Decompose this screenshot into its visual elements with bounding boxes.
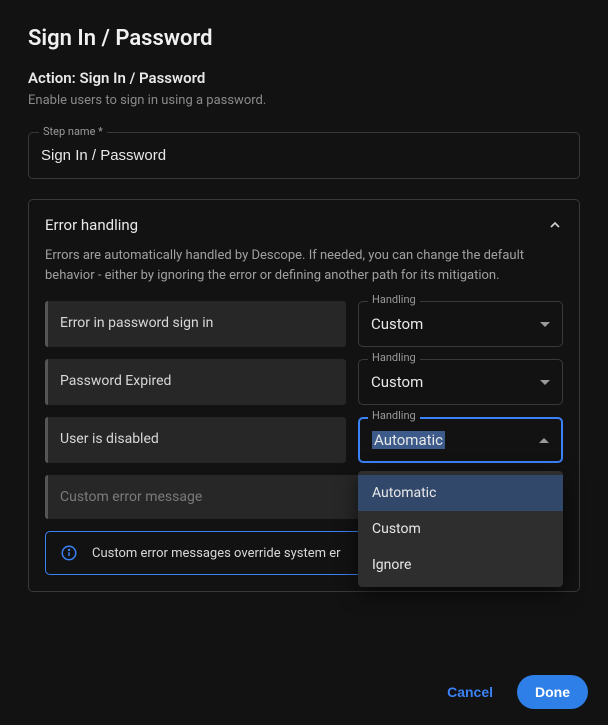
info-icon <box>60 544 78 562</box>
step-name-field[interactable]: Step name * <box>28 132 580 179</box>
chevron-up-icon <box>547 217 563 233</box>
section-description: Errors are automatically handled by Desc… <box>45 246 563 285</box>
error-label: Password Expired <box>45 359 346 405</box>
handling-select-box[interactable]: Custom <box>358 301 563 347</box>
handling-select[interactable]: Handling Custom <box>358 301 563 347</box>
cancel-button[interactable]: Cancel <box>433 676 507 708</box>
error-handling-section: Error handling Errors are automatically … <box>28 199 580 592</box>
handling-label: Handling <box>368 351 420 364</box>
done-button[interactable]: Done <box>517 675 588 709</box>
error-label: Error in password sign in <box>45 301 346 347</box>
handling-select[interactable]: Handling Automatic Automatic Custom Igno… <box>358 417 563 463</box>
info-text: Custom error messages override system er <box>92 546 341 561</box>
dialog-footer: Cancel Done <box>433 675 588 709</box>
action-label: Action: Sign In / Password <box>28 69 580 87</box>
handling-select-box[interactable]: Automatic <box>358 417 563 463</box>
error-row: Password Expired Handling Custom <box>45 359 563 405</box>
settings-panel: Sign In / Password Action: Sign In / Pas… <box>0 0 608 612</box>
section-header[interactable]: Error handling <box>45 216 563 234</box>
chevron-down-icon <box>540 380 550 385</box>
step-name-input[interactable] <box>29 133 579 178</box>
error-row: Error in password sign in Handling Custo… <box>45 301 563 347</box>
dropdown-option-custom[interactable]: Custom <box>358 511 563 547</box>
section-title: Error handling <box>45 216 138 234</box>
handling-value: Custom <box>371 315 423 333</box>
step-name-label: Step name * <box>39 125 107 138</box>
error-label: User is disabled <box>45 417 346 463</box>
handling-select-box[interactable]: Custom <box>358 359 563 405</box>
handling-select[interactable]: Handling Custom <box>358 359 563 405</box>
handling-dropdown: Automatic Custom Ignore <box>358 471 563 587</box>
page-title: Sign In / Password <box>28 26 580 51</box>
handling-label: Handling <box>368 409 420 422</box>
handling-label: Handling <box>368 293 420 306</box>
handling-value: Automatic <box>372 431 445 449</box>
dropdown-option-ignore[interactable]: Ignore <box>358 547 563 583</box>
chevron-down-icon <box>540 322 550 327</box>
dropdown-option-automatic[interactable]: Automatic <box>358 475 563 511</box>
action-description: Enable users to sign in using a password… <box>28 93 580 108</box>
handling-value: Custom <box>371 373 423 391</box>
error-row: User is disabled Handling Automatic Auto… <box>45 417 563 463</box>
chevron-up-icon <box>539 438 549 443</box>
